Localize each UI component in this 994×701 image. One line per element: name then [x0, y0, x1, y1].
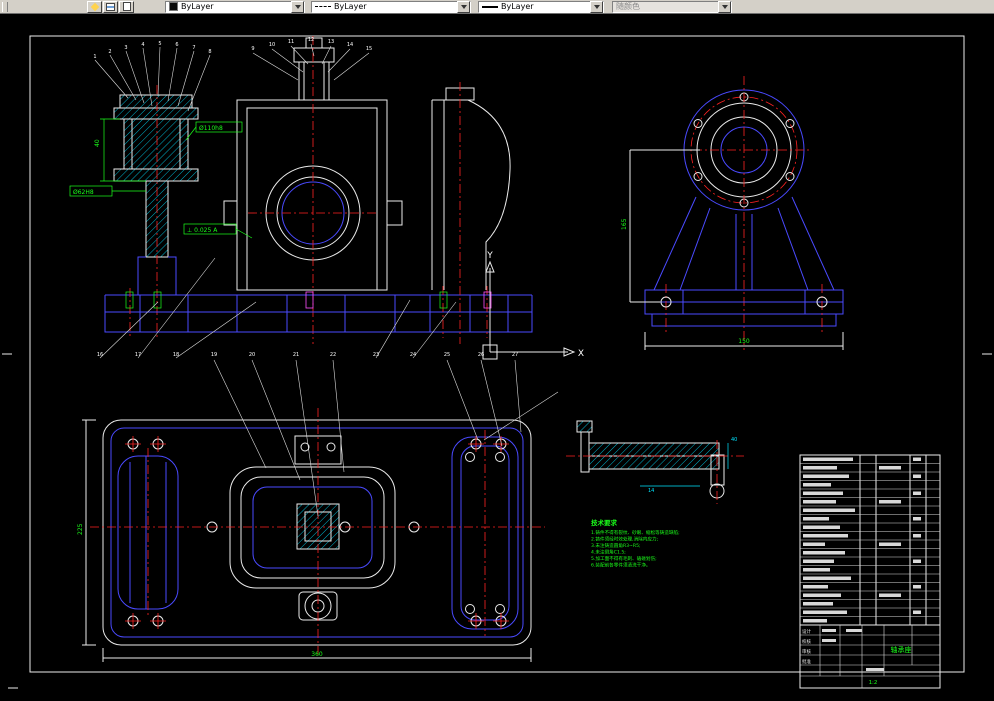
tech-req-line: 6.装配前各零件须清洗干净。 — [591, 562, 651, 569]
plotstyle-control-value: 随颜色 — [616, 2, 640, 11]
balloon: 21 — [293, 352, 299, 358]
lineweight-control-value: ByLayer — [501, 2, 534, 11]
balloon: 14 — [347, 42, 353, 48]
toolbar-grip[interactable] — [2, 1, 8, 12]
balloon: 17 — [135, 352, 141, 358]
dropdown-arrow-icon[interactable] — [457, 0, 470, 13]
linetype-control-dropdown[interactable]: ByLayer — [311, 0, 471, 13]
balloon: 18 — [173, 352, 179, 358]
model-space-canvas[interactable]: Y X 40 Ø62H8 Ø110h8 ⊥ 0.025 A 165 150 36… — [0, 14, 994, 697]
gdt-frame-1: Ø62H8 — [73, 189, 94, 196]
layers-icon — [106, 2, 115, 11]
side-view — [431, 82, 511, 344]
sheet-icon — [122, 2, 131, 11]
color-control-value: ByLayer — [181, 2, 214, 11]
linetype-control-value: ByLayer — [334, 2, 367, 11]
layer-properties-button[interactable] — [103, 0, 118, 13]
make-layer-current-button[interactable] — [87, 0, 102, 13]
tech-req-line: 1.铸件不得有裂纹、砂眼、缩松等铸造缺陷; — [591, 529, 680, 536]
layer-states-button[interactable] — [119, 0, 134, 13]
gdt-frame-3: ⊥ 0.025 A — [187, 227, 218, 234]
dim-plan-left: 225 — [77, 523, 84, 535]
base-band — [104, 286, 533, 338]
balloon: 15 — [366, 46, 372, 52]
balloon: 9 — [251, 46, 254, 52]
balloon: 26 — [478, 352, 484, 358]
object-properties-toolbar: ByLayer ByLayer ByLayer 随颜色 — [0, 0, 994, 14]
balloon: 22 — [330, 352, 336, 358]
y-axis-label: Y — [486, 251, 493, 261]
plan-view — [90, 408, 545, 658]
dropdown-arrow-icon — [718, 0, 731, 13]
x-axis-label: X — [578, 349, 584, 359]
dropdown-arrow-icon[interactable] — [291, 0, 304, 13]
tech-req-line: 3.未注铸造圆角R3~R5; — [591, 542, 641, 549]
tech-req-line: 4.未注倒角C1.5; — [591, 549, 626, 556]
balloon: 8 — [208, 49, 211, 55]
title-block-scale: 1:2 — [869, 680, 878, 686]
dim-end-bottom: 150 — [738, 338, 750, 345]
balloon: 11 — [288, 39, 294, 45]
left-section-view — [113, 85, 199, 340]
balloon: 16 — [97, 352, 103, 358]
balloon: 25 — [444, 352, 450, 358]
dim-end-left: 165 — [621, 218, 628, 230]
detail-section-view — [566, 420, 744, 504]
title-block-part-name: 轴承座 — [891, 645, 912, 654]
balloon: 7 — [192, 45, 195, 51]
end-view — [644, 76, 844, 350]
dim-plan-bottom: 360 — [311, 651, 323, 658]
dim-detail-b: 14 — [648, 488, 654, 494]
balloon: 24 — [410, 352, 416, 358]
balloon: 27 — [512, 352, 518, 358]
ucs-axis-icon: Y X — [482, 251, 584, 360]
dim-left-height: 40 — [94, 139, 101, 147]
technical-requirements: 技术要求 1.铸件不得有裂纹、砂眼、缩松等铸造缺陷; 2.铸件须经时效处理,消除… — [591, 518, 680, 569]
balloon: 4 — [141, 42, 144, 48]
layer-diamond-icon — [90, 2, 99, 11]
balloon: 19 — [211, 352, 217, 358]
lineweight-control-dropdown[interactable]: ByLayer — [478, 0, 604, 13]
balloon: 12 — [308, 37, 314, 43]
title-block-label: 审核 — [802, 648, 811, 655]
balloon: 5 — [158, 41, 161, 47]
drawing-canvas[interactable]: Y X 40 Ø62H8 Ø110h8 ⊥ 0.025 A 165 150 36… — [0, 14, 994, 697]
tech-req-line: 5.加工面不得有毛刺、磕碰划伤; — [591, 555, 657, 562]
balloon: 20 — [249, 352, 255, 358]
dim-detail-a: 40 — [731, 437, 737, 443]
lineweight-sample-icon — [482, 5, 498, 8]
balloon: 23 — [373, 352, 379, 358]
balloon: 3 — [124, 45, 127, 51]
linetype-sample-icon — [315, 6, 331, 7]
gdt-frame-2: Ø110h8 — [199, 125, 223, 132]
balloon: 1 — [93, 54, 96, 60]
plotstyle-control-dropdown[interactable]: 随颜色 — [612, 0, 732, 13]
dropdown-arrow-icon[interactable] — [590, 0, 603, 13]
tech-req-title: 技术要求 — [591, 518, 618, 527]
title-block-label: 校核 — [802, 638, 811, 645]
bom-table — [799, 454, 941, 626]
title-block-label: 批准 — [802, 658, 811, 665]
balloon: 10 — [269, 42, 275, 48]
tech-req-line: 2.铸件须经时效处理,消除内应力; — [591, 536, 659, 543]
balloon: 6 — [175, 42, 178, 48]
color-control-dropdown[interactable]: ByLayer — [165, 0, 305, 13]
color-swatch-icon — [169, 2, 178, 11]
title-block: 设计 校核 审核 批准 轴承座 1:2 — [799, 624, 941, 689]
balloon: 2 — [108, 49, 111, 55]
title-block-label: 设计 — [802, 628, 811, 635]
balloon: 13 — [328, 39, 334, 45]
dimensions: 40 Ø62H8 Ø110h8 ⊥ 0.025 A 165 150 360 22… — [69, 118, 844, 662]
